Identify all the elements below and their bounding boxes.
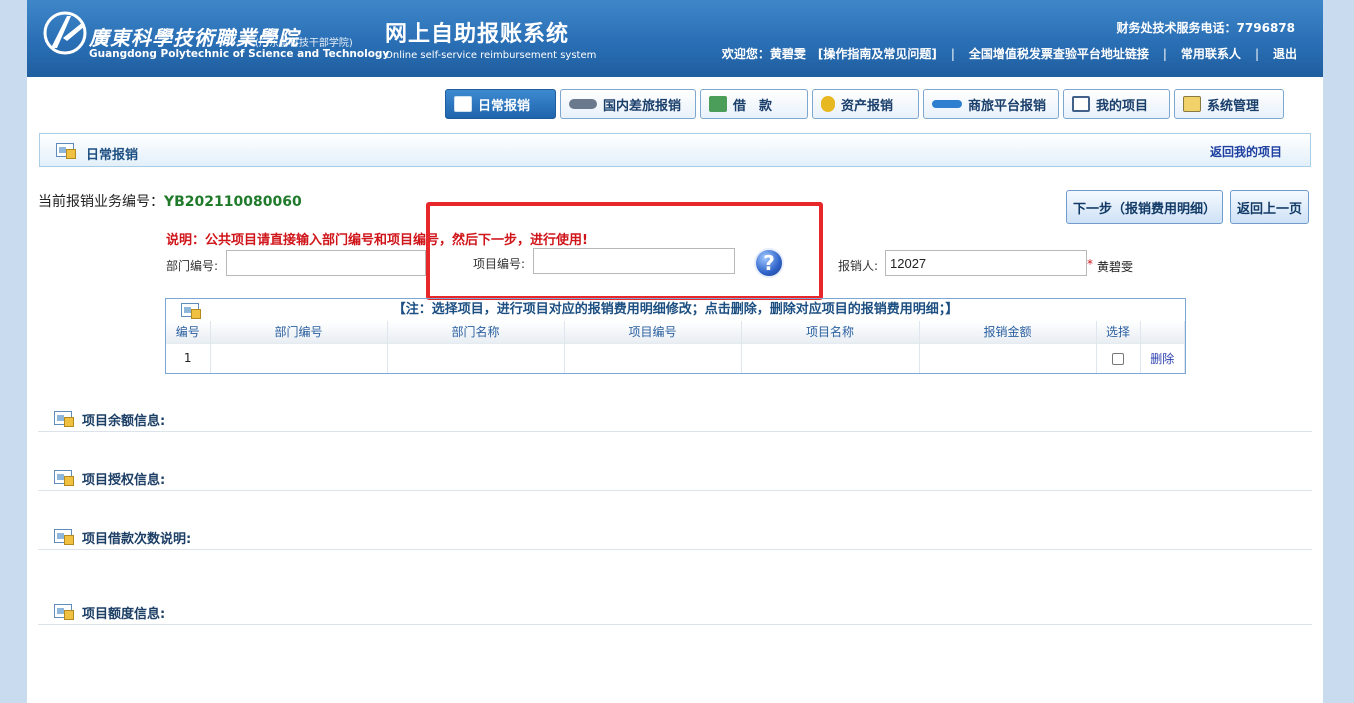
nav-contacts-link[interactable]: 常用联系人 — [1181, 45, 1241, 62]
list-icon — [454, 96, 472, 112]
business-number-label: 当前报销业务编号： — [38, 194, 164, 210]
business-number: 当前报销业务编号：YB202110080060 — [38, 191, 302, 211]
column-header — [1140, 321, 1185, 343]
section-title: 项目授权信息: — [82, 473, 166, 488]
header: 廣東科學技術職業學院 (广东省科技干部学院) Guangdong Polytec… — [27, 0, 1323, 77]
cell-dept-name — [387, 342, 565, 373]
dept-number-input[interactable] — [226, 250, 426, 276]
document-icon — [54, 411, 74, 427]
project-quota-section: 项目额度信息: — [38, 597, 1312, 625]
nav-separator: | — [1162, 46, 1167, 61]
table-row[interactable]: 1 删除 — [166, 342, 1185, 373]
section-title: 项目借款次数说明: — [82, 532, 192, 547]
top-nav: 欢迎您：黄碧雯 [操作指南及常见问题] | 全国增值税发票查验平台地址链接 | … — [716, 45, 1303, 62]
section-title: 日常报销 — [86, 148, 139, 163]
tab-loan[interactable]: 借 款 — [700, 89, 808, 119]
system-title: 网上自助报账系统 — [385, 22, 570, 47]
project-balance-section: 项目余额信息: — [38, 404, 1312, 432]
school-name-cn-sub: (广东省科技干部学院) — [255, 38, 353, 49]
tab-label: 资产报销 — [841, 98, 894, 114]
settings-doc-icon — [1183, 96, 1201, 112]
school-logo-icon — [43, 11, 87, 55]
dept-number-label: 部门编号: — [166, 259, 219, 273]
section-title: 项目余额信息: — [82, 414, 166, 429]
welcome-text: 欢迎您：黄碧雯 — [721, 47, 806, 61]
project-list-icon — [1072, 96, 1090, 112]
cell-select — [1096, 342, 1141, 373]
hotline-text: 财务处技术服务电话：7796878 — [1116, 21, 1295, 35]
row-number: 1 — [166, 342, 211, 373]
tab-asset-reimbursement[interactable]: 资产报销 — [812, 89, 919, 119]
tab-label: 我的项目 — [1096, 98, 1149, 114]
reporter-input[interactable] — [885, 250, 1087, 276]
document-icon — [54, 529, 74, 545]
document-icon — [54, 604, 74, 620]
cell-project-name — [741, 342, 920, 373]
back-to-my-projects-link[interactable]: 返回我的项目 — [1210, 143, 1282, 160]
column-header: 报销金额 — [919, 321, 1097, 343]
column-header: 部门编号 — [210, 321, 388, 343]
nav-separator: | — [1254, 46, 1259, 61]
nav-separator: | — [950, 46, 955, 61]
nav-logout-link[interactable]: 退出 — [1273, 45, 1297, 62]
loan-icon — [709, 96, 727, 112]
section-header: 日常报销 返回我的项目 — [39, 133, 1311, 167]
column-header: 部门名称 — [387, 321, 565, 343]
tab-my-projects[interactable]: 我的项目 — [1063, 89, 1170, 119]
project-table: 【注：选择项目，进行项目对应的报销费用明细修改；点击删除，删除对应项目的报销费用… — [165, 298, 1186, 374]
project-grid: 编号 部门编号 部门名称 项目编号 项目名称 报销金额 选择 1 删除 — [166, 321, 1185, 373]
tab-domestic-travel[interactable]: 国内差旅报销 — [560, 89, 696, 119]
tab-daily-reimbursement[interactable]: 日常报销 — [445, 89, 556, 119]
cell-dept-number — [210, 342, 388, 373]
school-name-en: Guangdong Polytechnic of Science and Tec… — [89, 48, 390, 60]
reporter-name: 黄碧雯 — [1097, 260, 1134, 274]
cell-amount — [919, 342, 1097, 373]
column-header: 选择 — [1096, 321, 1141, 343]
table-header-row: 编号 部门编号 部门名称 项目编号 项目名称 报销金额 选择 — [166, 321, 1185, 343]
project-loan-count-section: 项目借款次数说明: — [38, 522, 1312, 550]
select-checkbox[interactable] — [1112, 352, 1124, 365]
document-icon — [56, 143, 76, 159]
table-note: 【注：选择项目，进行项目对应的报销费用明细修改；点击删除，删除对应项目的报销费用… — [392, 302, 959, 317]
required-marker: * — [1087, 257, 1093, 271]
column-header: 项目编号 — [564, 321, 742, 343]
tab-label: 日常报销 — [478, 98, 531, 114]
nav-invoice-check-link[interactable]: 全国增值税发票查验平台地址链接 — [969, 45, 1149, 62]
tab-label: 国内差旅报销 — [603, 98, 682, 114]
train-icon — [569, 99, 597, 109]
tab-business-travel-platform[interactable]: 商旅平台报销 — [923, 89, 1059, 119]
next-step-button[interactable]: 下一步（报销费用明细） — [1066, 190, 1223, 224]
tab-label: 系统管理 — [1207, 98, 1260, 114]
coins-icon — [821, 96, 835, 112]
business-number-value: YB202110080060 — [164, 194, 302, 210]
tab-system-management[interactable]: 系统管理 — [1174, 89, 1284, 119]
highlight-annotation-box — [426, 202, 823, 300]
reporter-label: 报销人: — [838, 259, 879, 273]
column-header: 编号 — [166, 321, 211, 343]
project-authorization-section: 项目授权信息: — [38, 463, 1312, 491]
nav-guide-link[interactable]: [操作指南及常见问题] — [818, 45, 937, 62]
delete-link[interactable]: 删除 — [1140, 342, 1185, 373]
plane-icon — [932, 100, 962, 108]
column-header: 项目名称 — [741, 321, 920, 343]
cell-project-number — [564, 342, 742, 373]
section-title: 项目额度信息: — [82, 607, 166, 622]
tab-label: 商旅平台报销 — [968, 98, 1047, 114]
main-tabs: 日常报销 国内差旅报销 借 款 资产报销 商旅平台报销 我的项目 系统管理 — [445, 89, 1284, 119]
system-subtitle: Online self-service reimbursement system — [385, 50, 597, 61]
tab-label: 借 款 — [733, 98, 773, 114]
document-icon — [54, 470, 74, 486]
back-previous-page-button[interactable]: 返回上一页 — [1230, 190, 1309, 224]
